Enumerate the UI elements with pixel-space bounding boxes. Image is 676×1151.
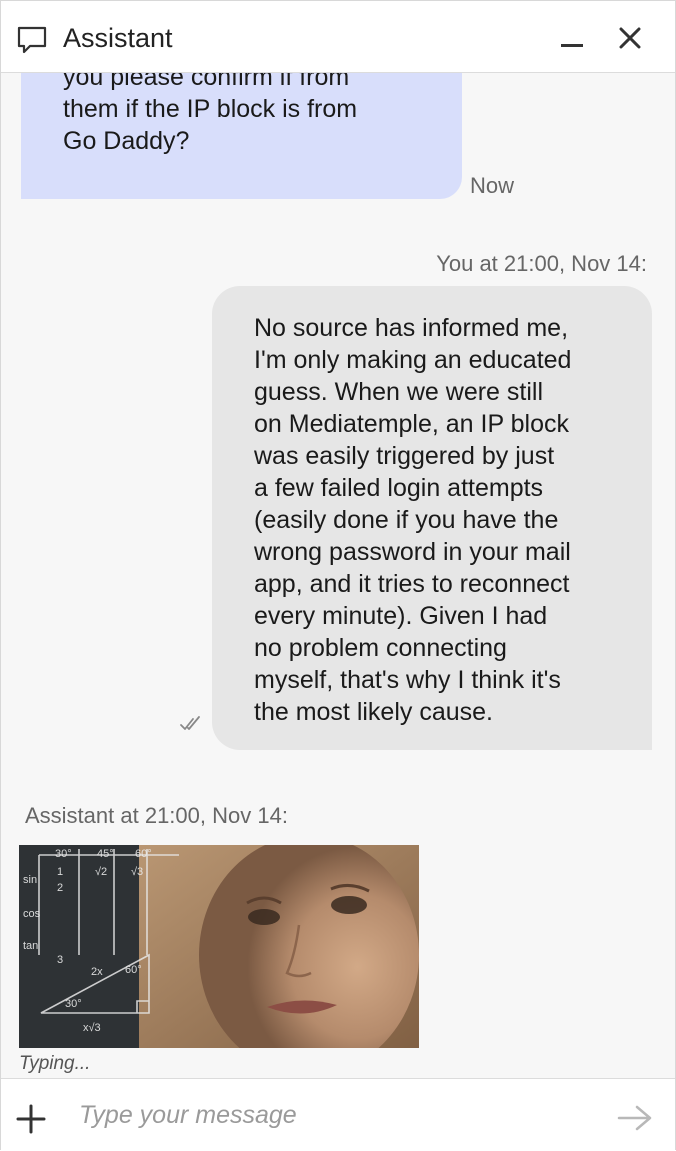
math-label: 30° [65, 998, 82, 1010]
math-label: 30° [55, 848, 72, 860]
message-line: them if the IP block is from [63, 95, 358, 123]
message-line: (easily done if you have the [254, 506, 559, 534]
message-line: No source has informed me, [254, 314, 569, 342]
chat-window: Assistant you please confirm if from the… [0, 0, 676, 1151]
math-label: tan [23, 940, 38, 952]
math-label: 2x [91, 966, 103, 978]
minimize-icon[interactable] [559, 23, 587, 53]
assistant-message-text: you please confirm if from them if the I… [63, 73, 423, 157]
message-line: I'm only making an educated [254, 346, 572, 374]
message-input[interactable] [79, 1093, 599, 1137]
chat-bubble-icon [17, 26, 47, 54]
math-label: cos [23, 908, 41, 920]
close-icon[interactable] [613, 21, 647, 55]
math-label: 3 [57, 954, 63, 966]
typing-indicator: Typing... [19, 1053, 91, 1074]
message-line: every minute). Given I had [254, 602, 548, 630]
message-composer [1, 1078, 675, 1151]
math-label: x√3 [83, 1022, 101, 1034]
plus-icon[interactable] [15, 1103, 47, 1135]
math-label: 60° [135, 848, 152, 860]
message-line: you please confirm if from [63, 73, 350, 91]
send-arrow-icon[interactable] [615, 1103, 655, 1133]
user-message-meta: You at 21:00, Nov 14: [436, 251, 647, 276]
message-line: on Mediatemple, an IP block [254, 410, 570, 438]
user-message-text: No source has informed me, I'm only maki… [254, 312, 624, 728]
math-label: √2 [95, 866, 107, 878]
user-message-bubble: No source has informed me, I'm only maki… [212, 286, 652, 750]
math-label: sin [23, 874, 37, 886]
chat-header: Assistant [1, 1, 675, 73]
message-line: Go Daddy? [63, 127, 190, 155]
math-label: √3 [131, 866, 143, 878]
math-label: 2 [57, 882, 63, 894]
math-label: 45° [97, 848, 114, 860]
assistant-message-meta: Assistant at 21:00, Nov 14: [25, 803, 288, 828]
message-status: Now [470, 173, 515, 198]
assistant-message-bubble: you please confirm if from them if the I… [21, 73, 462, 199]
message-line: the most likely cause. [254, 698, 493, 726]
message-line: myself, that's why I think it's [254, 666, 561, 694]
meme-image[interactable]: 30° 45° 60° sin cos tan 1 2 √2 √3 2x 60°… [19, 845, 419, 1048]
double-check-icon [180, 716, 200, 730]
message-list[interactable]: you please confirm if from them if the I… [1, 73, 675, 1078]
message-line: guess. When we were still [254, 378, 544, 406]
message-line: no problem connecting [254, 634, 507, 662]
math-label: 60° [125, 964, 142, 976]
chat-title: Assistant [63, 23, 173, 53]
math-label: 1 [57, 866, 63, 878]
message-line: wrong password in your mail [254, 538, 571, 566]
message-line: app, and it tries to reconnect [254, 570, 570, 598]
message-line: a few failed login attempts [254, 474, 544, 502]
message-line: was easily triggered by just [254, 442, 555, 470]
